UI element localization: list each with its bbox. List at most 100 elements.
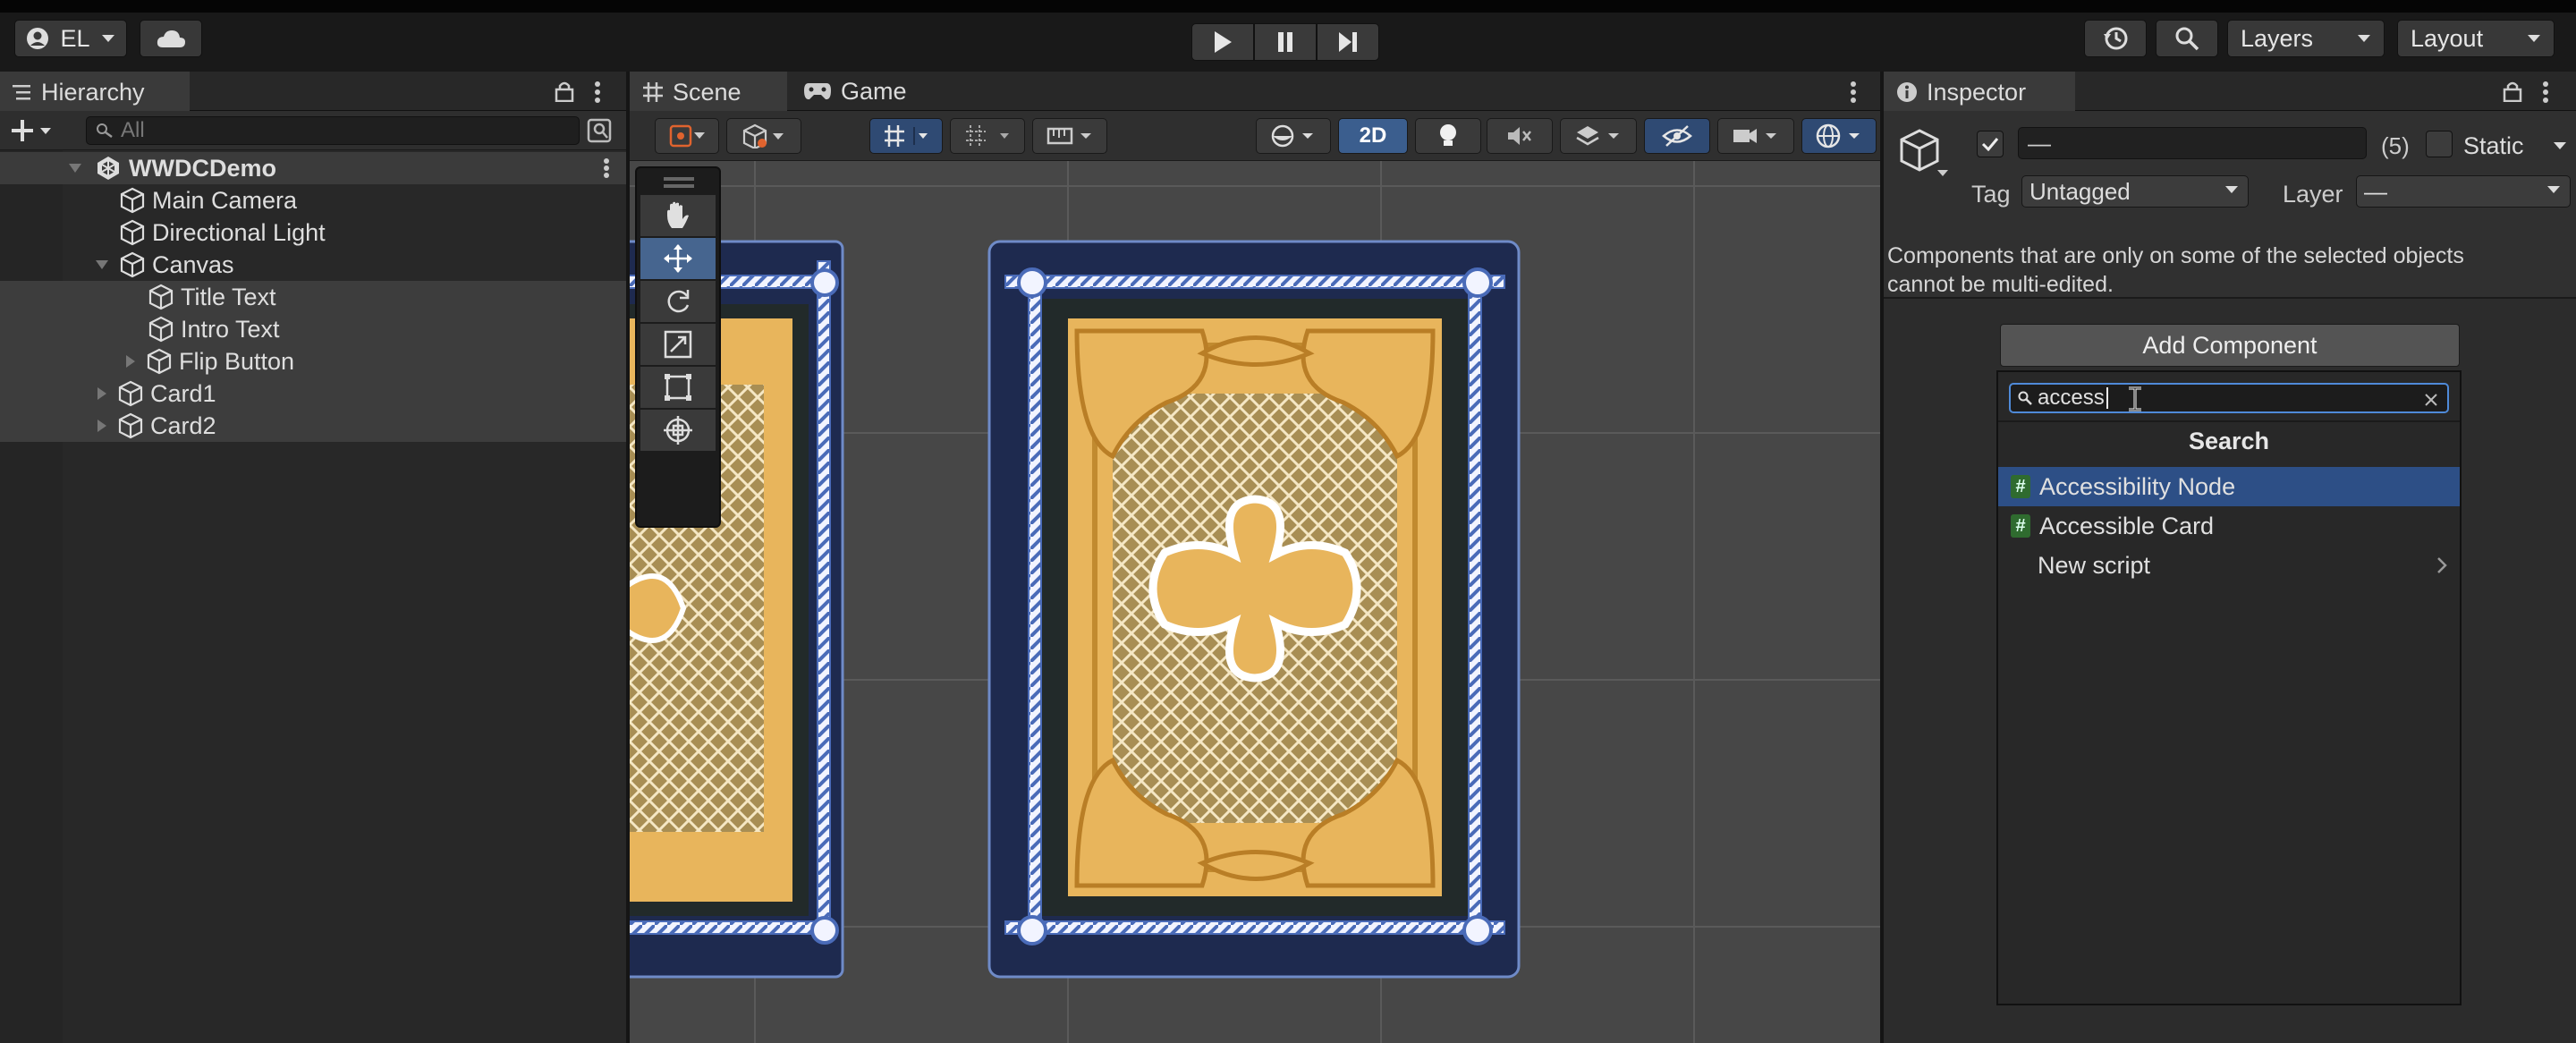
static-label: Static — [2463, 132, 2524, 159]
history-button[interactable] — [2084, 20, 2147, 57]
lock-icon[interactable] — [2503, 81, 2522, 102]
expand-arrow-icon[interactable] — [68, 163, 82, 174]
script-hash-icon: # — [2011, 475, 2030, 498]
hierarchy-item-intro-text[interactable]: Intro Text — [0, 313, 626, 345]
layers-dropdown[interactable]: Layers — [2227, 20, 2385, 57]
move-tool-button[interactable] — [640, 238, 716, 279]
search-icon — [2175, 27, 2199, 51]
align-button[interactable] — [1032, 118, 1107, 154]
search-icon — [2018, 391, 2032, 405]
gameobject-cube-icon — [120, 187, 145, 214]
increment-snap-button[interactable] — [950, 118, 1025, 154]
add-component-button[interactable]: Add Component — [2000, 324, 2460, 367]
hierarchy-item-title-text[interactable]: Title Text — [0, 281, 626, 313]
create-button[interactable] — [11, 116, 64, 145]
gamepad-icon — [804, 83, 831, 100]
gameobject-cube-icon[interactable] — [1896, 125, 1950, 179]
hierarchy-search-placeholder: All — [121, 118, 145, 142]
hand-tool-button[interactable] — [640, 195, 716, 236]
step-button[interactable] — [1317, 23, 1379, 61]
object-name-field[interactable]: — — [2018, 127, 2367, 159]
hand-icon — [667, 201, 689, 228]
drag-handle[interactable] — [664, 184, 694, 188]
tool-handle-button[interactable] — [655, 118, 719, 154]
clear-search-icon[interactable] — [2424, 393, 2438, 407]
collapse-arrow-icon[interactable] — [97, 386, 107, 401]
audio-toggle-button[interactable] — [1487, 118, 1553, 154]
chevron-down-icon[interactable] — [2553, 141, 2567, 150]
active-checkbox[interactable] — [1977, 131, 2004, 157]
hierarchy-item-directional-light[interactable]: Directional Light — [0, 216, 626, 249]
hierarchy-item-flip-button[interactable]: Flip Button — [0, 345, 626, 377]
object-name-value: — — [2028, 129, 2051, 157]
cloud-icon — [157, 30, 185, 47]
gizmos-button[interactable] — [1801, 118, 1877, 154]
hierarchy-item-canvas[interactable]: Canvas — [0, 249, 626, 281]
component-item-accessibility-node[interactable]: # Accessibility Node — [1998, 467, 2460, 506]
collapse-arrow-icon[interactable] — [97, 419, 107, 433]
cloud-button[interactable] — [140, 20, 202, 57]
static-checkbox[interactable] — [2426, 131, 2453, 157]
draw-mode-button[interactable] — [1256, 118, 1331, 154]
tab-inspector[interactable]: Inspector — [1884, 72, 2075, 111]
card2-sprite[interactable] — [987, 240, 1521, 979]
hierarchy-search-input[interactable]: All — [86, 116, 580, 145]
pause-button[interactable] — [1254, 23, 1317, 61]
tab-game[interactable]: Game — [791, 72, 925, 111]
component-item-new-script[interactable]: New script — [1998, 546, 2460, 585]
gameobject-cube-icon — [148, 284, 174, 310]
rect-tool-button[interactable] — [640, 367, 716, 408]
kebab-menu-icon[interactable] — [594, 81, 601, 104]
hierarchy-item-card1[interactable]: Card1 — [0, 377, 626, 410]
effects-button[interactable] — [1560, 118, 1637, 154]
transform-tool-button[interactable] — [640, 410, 716, 451]
chevron-down-icon — [2358, 35, 2370, 42]
component-item-accessible-card[interactable]: # Accessible Card — [1998, 506, 2460, 546]
tab-scene[interactable]: Scene — [630, 72, 787, 111]
camera-settings-button[interactable] — [1717, 118, 1794, 154]
gameobject-cube-icon — [118, 380, 143, 407]
layer-dropdown[interactable]: — — [2356, 175, 2571, 208]
hierarchy-item-label: Directional Light — [152, 218, 326, 246]
hierarchy-item-main-camera[interactable]: Main Camera — [0, 184, 626, 216]
step-icon — [1339, 32, 1357, 52]
expand-arrow-icon[interactable] — [95, 259, 109, 270]
scene-viewport[interactable] — [630, 161, 1880, 1043]
grid-snap-button[interactable] — [869, 118, 943, 154]
top-strip — [0, 0, 2576, 13]
shading-sphere-icon — [1271, 124, 1313, 148]
scale-tool-button[interactable] — [640, 324, 716, 365]
unity-scene-icon — [97, 157, 119, 180]
rotate-tool-button[interactable] — [640, 281, 716, 322]
search-button[interactable] — [2156, 20, 2218, 57]
tab-hierarchy[interactable]: Hierarchy — [0, 72, 190, 111]
lighting-toggle-button[interactable] — [1415, 118, 1481, 154]
pivot-mode-icon — [669, 124, 705, 148]
scene-search-icon[interactable] — [587, 118, 612, 143]
layout-dropdown[interactable]: Layout — [2397, 20, 2555, 57]
layers-stack-icon — [1576, 126, 1619, 146]
toggle-2d-button[interactable]: 2D — [1338, 118, 1408, 154]
collapse-arrow-icon[interactable] — [125, 354, 136, 369]
tag-dropdown[interactable]: Untagged — [2021, 175, 2249, 208]
component-item-label: Accessibility Node — [2039, 472, 2236, 500]
lock-icon[interactable] — [555, 81, 574, 102]
kebab-menu-icon[interactable] — [2542, 81, 2549, 104]
drag-handle[interactable] — [664, 177, 694, 181]
component-search-input[interactable]: access — [2009, 383, 2449, 413]
grid-hash-icon — [643, 82, 663, 102]
account-dropdown[interactable]: EL — [14, 20, 127, 57]
kebab-menu-icon[interactable] — [603, 157, 610, 179]
hierarchy-root-row[interactable]: WWDCDemo — [0, 152, 626, 184]
scene-visibility-button[interactable] — [1644, 118, 1710, 154]
info-icon — [1897, 82, 1917, 102]
hierarchy-item-label: Canvas — [152, 250, 234, 278]
audio-mute-icon — [1508, 127, 1531, 145]
multi-edit-message: Components that are only on some of the … — [1887, 242, 2572, 299]
kebab-menu-icon[interactable] — [1850, 81, 1857, 104]
play-button[interactable] — [1191, 23, 1254, 61]
history-icon — [2104, 27, 2128, 50]
hierarchy-item-card2[interactable]: Card2 — [0, 410, 626, 442]
script-hash-icon: # — [2011, 514, 2030, 538]
global-local-button[interactable] — [726, 118, 801, 154]
